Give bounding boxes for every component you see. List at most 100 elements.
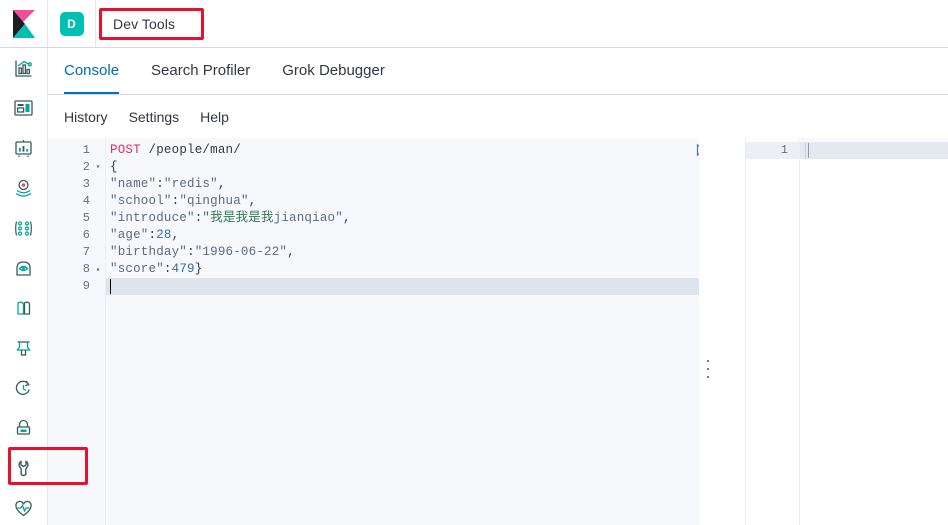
tab-console-label: Console <box>64 61 120 79</box>
request-editor[interactable]: 1 POST /people/man/ 2 ▾ { 3 "name":"redi… <box>48 138 699 525</box>
editor-line[interactable]: 2 ▾ { <box>48 159 699 176</box>
editor-line[interactable]: 7 "birthday":"1996-06-22", <box>48 244 699 261</box>
editor-action-icons <box>694 142 699 157</box>
breadcrumb: Dev Tools <box>96 0 175 47</box>
line-code: "introduce":"我是我是我jianqiao", <box>110 210 351 227</box>
fold-marker[interactable] <box>93 227 103 244</box>
response-editor[interactable]: 1 <box>746 138 948 525</box>
top-header-bar: D Dev Tools <box>0 0 948 48</box>
line-number: 2 <box>82 160 90 174</box>
response-text-cursor <box>808 143 809 158</box>
observability-user-icon <box>13 258 34 279</box>
sidebar-item-observability[interactable] <box>0 248 47 288</box>
json-key-name: "name" <box>110 177 157 191</box>
apm-beaker-icon <box>13 338 34 359</box>
dev-tools-tabs: Console Search Profiler Grok Debugger <box>48 48 948 95</box>
sidebar-item-analytics[interactable] <box>0 48 47 88</box>
json-comma: , <box>287 245 295 259</box>
submenu-item-settings[interactable]: Settings <box>129 109 180 125</box>
submenu-item-help[interactable]: Help <box>200 109 229 125</box>
json-close-brace: } <box>194 262 203 276</box>
security-lock-icon <box>13 418 34 439</box>
breadcrumb-dev-tools[interactable]: Dev Tools <box>113 16 175 32</box>
sidebar-item-dev-tools[interactable] <box>0 448 47 488</box>
line-code: POST /people/man/ <box>110 142 241 159</box>
json-key-school: "school" <box>110 194 172 208</box>
sidebar-item-maps[interactable] <box>0 168 47 208</box>
json-colon: : <box>187 245 195 259</box>
sidebar-item-dashboard[interactable] <box>0 88 47 128</box>
space-badge: D <box>59 11 84 36</box>
fold-marker[interactable] <box>93 142 103 159</box>
editor-line[interactable]: 1 POST /people/man/ <box>48 142 699 159</box>
fold-marker[interactable] <box>93 278 103 295</box>
console-body: 1 POST /people/man/ 2 ▾ { 3 "name":"redi… <box>48 138 948 525</box>
line-code: "name":"redis", <box>110 176 226 193</box>
sidebar-item-machine-learning[interactable] <box>0 208 47 248</box>
space-avatar-button[interactable]: D <box>48 0 96 47</box>
editor-line[interactable]: 6 "age":28, <box>48 227 699 244</box>
line-number: 3 <box>82 177 90 191</box>
editor-line[interactable]: 8 ▴ "score":479} <box>48 261 699 278</box>
json-value-birthday: "1996-06-22" <box>194 245 288 259</box>
line-code: "birthday":"1996-06-22", <box>110 244 295 261</box>
json-comma: , <box>342 211 351 225</box>
submenu-item-history[interactable]: History <box>64 109 108 125</box>
tab-search-profiler[interactable]: Search Profiler <box>151 48 250 94</box>
splitter-drag-handle[interactable] <box>706 360 710 378</box>
tab-console[interactable]: Console <box>64 48 120 94</box>
editor-line[interactable]: 5 "introduce":"我是我是我jianqiao", <box>48 210 699 227</box>
http-path: /people/man/ <box>148 143 241 157</box>
editor-line[interactable]: 4 "school":"qinghua", <box>48 193 699 210</box>
fold-marker[interactable] <box>93 210 103 227</box>
response-line-number: 1 <box>780 143 788 157</box>
line-number: 8 <box>82 262 90 276</box>
kibana-logo-icon <box>11 9 37 38</box>
fold-marker[interactable] <box>93 193 103 210</box>
json-key-score: "score" <box>110 262 164 276</box>
json-colon: : <box>163 262 172 276</box>
line-number: 7 <box>82 245 90 259</box>
sidebar-item-logs[interactable] <box>0 288 47 328</box>
dashboard-layout-icon <box>13 99 34 118</box>
http-url <box>141 143 149 157</box>
sidebar-item-security[interactable] <box>0 408 47 448</box>
maps-location-icon <box>13 178 34 199</box>
sidebar-item-uptime[interactable] <box>0 368 47 408</box>
json-comma: , <box>171 228 180 242</box>
tab-grok-debugger-label: Grok Debugger <box>282 61 385 79</box>
fold-marker[interactable]: ▴ <box>93 261 103 278</box>
panel-splitter[interactable] <box>699 138 746 525</box>
json-value-age: 28 <box>156 228 172 242</box>
editor-line[interactable]: 9 <box>48 278 699 295</box>
response-gutter <box>746 138 800 525</box>
logs-pages-icon <box>13 298 34 319</box>
line-number: 9 <box>82 279 90 293</box>
json-value-introduce-latin: jianqiao" <box>273 211 343 225</box>
sidebar-item-apm[interactable] <box>0 328 47 368</box>
stack-monitoring-heart-icon <box>13 499 34 518</box>
dev-tools-wrench-icon <box>13 458 34 479</box>
kibana-home-button[interactable] <box>0 0 48 47</box>
left-navigation-rail <box>0 48 48 525</box>
text-cursor <box>110 279 111 294</box>
fold-marker[interactable] <box>93 176 103 193</box>
line-number: 5 <box>82 211 90 225</box>
fold-marker[interactable] <box>93 244 103 261</box>
editor-line[interactable]: 3 "name":"redis", <box>48 176 699 193</box>
json-key-introduce: "introduce" <box>110 211 195 225</box>
kibana-dev-tools-console: D Dev Tools Console Search Profiler Grok… <box>0 0 948 525</box>
json-comma: , <box>248 194 257 208</box>
sidebar-item-canvas[interactable] <box>0 128 47 168</box>
play-send-request-icon[interactable] <box>694 143 699 157</box>
line-code: { <box>110 159 118 176</box>
tab-grok-debugger[interactable]: Grok Debugger <box>282 48 385 94</box>
sidebar-item-stack-monitoring[interactable] <box>0 488 47 525</box>
fold-marker[interactable]: ▾ <box>93 159 103 176</box>
line-number: 1 <box>82 143 90 157</box>
line-code: "score":479} <box>110 261 202 278</box>
analytics-chart-icon <box>13 58 34 79</box>
json-value-school: "qinghua" <box>179 194 249 208</box>
json-colon: : <box>156 177 164 191</box>
canvas-board-icon <box>13 138 34 159</box>
